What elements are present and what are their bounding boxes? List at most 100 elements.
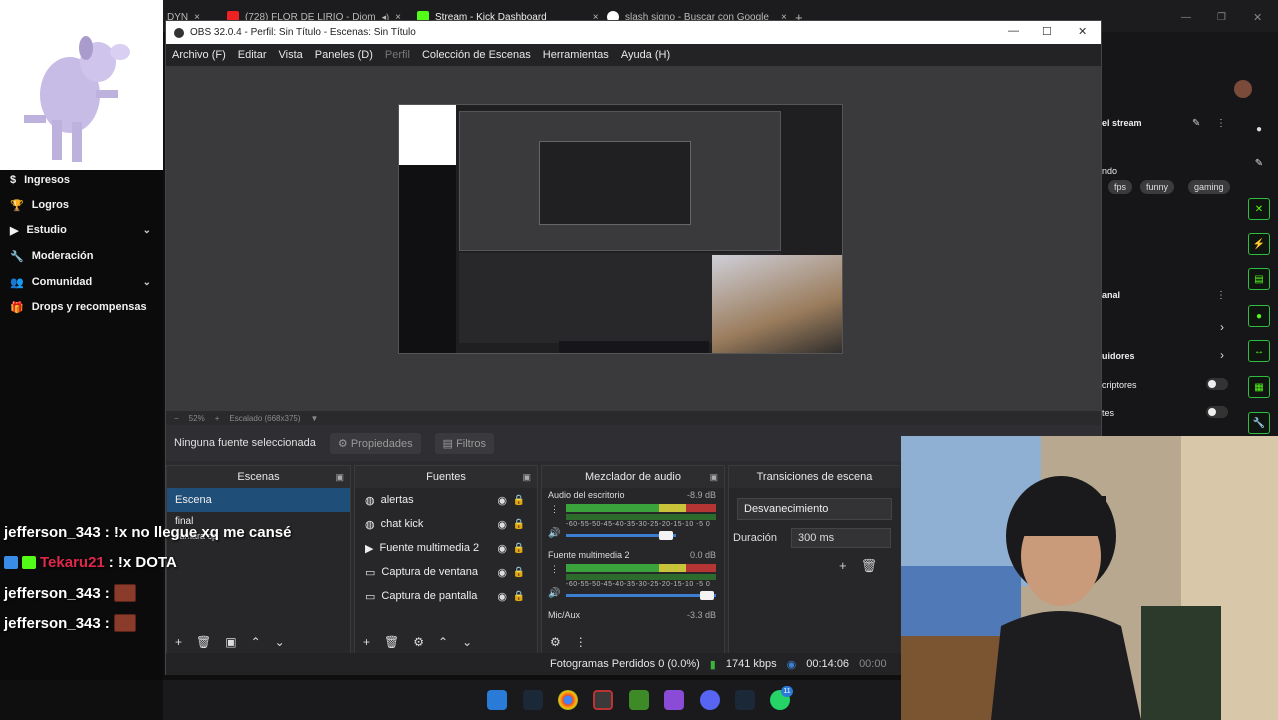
move-down-icon[interactable]: ⌄ (275, 635, 285, 649)
edit-icon[interactable]: ✎ (1192, 118, 1200, 129)
add-scene-button[interactable]: + (175, 635, 182, 649)
speaker-icon[interactable]: 🔊 (548, 528, 560, 539)
trash-icon[interactable]: 🗑 (861, 558, 878, 574)
volume-slider-knob[interactable] (700, 591, 714, 600)
trash-icon[interactable]: 🗑 (384, 635, 399, 649)
subscribers-toggle[interactable] (1206, 378, 1228, 390)
eye-icon[interactable]: ◉ (497, 566, 507, 579)
scene-filters-icon[interactable]: ▣ (225, 635, 236, 649)
zoom-in-button[interactable]: + (215, 414, 220, 423)
chat-username: jefferson_343 (4, 524, 101, 541)
pencil-icon[interactable]: ✎ (1248, 152, 1270, 174)
dropped-frames: Fotogramas Perdidos 0 (0.0%) (550, 658, 700, 670)
menu-ayuda[interactable]: Ayuda (H) (621, 49, 670, 61)
eye-icon[interactable]: ◉ (497, 494, 507, 507)
source-item-alertas[interactable]: ◍ alertas ◉ 🔒 (355, 488, 537, 512)
properties-button[interactable]: ⚙ Propiedades (329, 432, 421, 454)
option-toggle[interactable] (1206, 406, 1228, 418)
visual-studio-icon[interactable] (664, 690, 684, 710)
steam-icon[interactable] (523, 690, 543, 710)
chat-bubble-icon[interactable]: ● (1248, 305, 1270, 327)
gear-icon[interactable]: ⚙ (413, 635, 424, 649)
lock-icon[interactable]: 🔒 (513, 519, 525, 530)
maximize-icon[interactable]: ☐ (1042, 25, 1052, 38)
source-item-chat-kick[interactable]: ◍ chat kick ◉ 🔒 (355, 512, 537, 536)
chrome-icon[interactable] (558, 690, 578, 710)
monitor-icon: ▭ (365, 590, 376, 603)
info-icon[interactable]: ● (1248, 118, 1270, 140)
close-icon[interactable]: ✕ (1078, 25, 1087, 38)
menu-paneles[interactable]: Paneles (D) (315, 49, 373, 61)
lock-icon[interactable]: 🔒 (513, 495, 525, 506)
move-up-icon[interactable]: ⌃ (438, 635, 448, 649)
menu-archivo[interactable]: Archivo (F) (172, 49, 226, 61)
document-icon[interactable]: ▤ (1248, 268, 1270, 290)
more-options-icon[interactable]: ⋮ (1216, 290, 1226, 301)
source-item-fuente-multimedia[interactable]: ▶ Fuente multimedia 2 ◉ 🔒 (355, 536, 537, 560)
mixer-menu-icon[interactable]: ⋮ (575, 635, 587, 649)
channel-menu-icon[interactable]: ⋮ (550, 504, 559, 515)
tag-chip: gaming (1188, 180, 1230, 194)
scenes-dock: Escenas ▣ Escena final camara cp + 🗑 ▣ ⌃… (166, 465, 351, 655)
user-avatar[interactable] (1234, 80, 1252, 98)
menu-editar[interactable]: Editar (238, 49, 267, 61)
source-item-captura-ventana[interactable]: ▭ Captura de ventana ◉ 🔒 (355, 560, 537, 584)
speaker-icon[interactable]: 🔊 (548, 588, 560, 599)
minimize-icon[interactable]: — (1008, 25, 1019, 37)
duration-input[interactable]: 300 ms (791, 528, 892, 548)
resize-icon[interactable]: ↔ (1248, 340, 1270, 362)
volume-slider[interactable] (566, 594, 716, 597)
close-panel-icon[interactable]: ✕ (1248, 198, 1270, 220)
transition-select[interactable]: Desvanecimiento (737, 498, 892, 520)
advanced-audio-icon[interactable]: ⚙ (550, 635, 561, 649)
transitions-dock-header: Transiciones de escena (729, 466, 900, 488)
menu-vista[interactable]: Vista (279, 49, 303, 61)
minimize-icon[interactable]: — (1181, 6, 1191, 28)
menu-perfil[interactable]: Perfil (385, 49, 410, 61)
sidebar-item-ingresos[interactable]: $ Ingresos (10, 171, 155, 189)
sidebar-item-logros[interactable]: 🏆 Logros (10, 196, 155, 214)
dock-undock-icon[interactable]: ▣ (335, 472, 344, 483)
sidebar-item-drops[interactable]: 🎁 Drops y recompensas (10, 298, 155, 316)
steam-icon[interactable] (735, 690, 755, 710)
lightning-icon[interactable]: ⚡ (1248, 233, 1270, 255)
obs-icon[interactable] (593, 690, 613, 710)
sidebar-item-comunidad[interactable]: 👥 Comunidad ⌄ (10, 273, 155, 291)
chevron-right-icon[interactable]: › (1220, 348, 1224, 362)
add-source-button[interactable]: + (363, 635, 370, 649)
chevron-right-icon[interactable]: › (1220, 320, 1224, 334)
dock-undock-icon[interactable]: ▣ (522, 472, 531, 483)
sidebar-item-moderacion[interactable]: 🔧 Moderación (10, 247, 155, 265)
lock-icon[interactable]: 🔒 (513, 591, 525, 602)
sidebar-item-estudio[interactable]: ▶ Estudio ⌄ (10, 221, 155, 239)
eye-icon[interactable]: ◉ (497, 542, 507, 555)
layout-icon[interactable]: ▦ (1248, 376, 1270, 398)
zoom-out-button[interactable]: − (174, 414, 179, 423)
lock-icon[interactable]: 🔒 (513, 543, 525, 554)
eye-icon[interactable]: ◉ (497, 590, 507, 603)
stream-preview[interactable] (398, 104, 843, 354)
close-window-icon[interactable]: ✕ (1253, 6, 1262, 28)
windows-icon[interactable] (487, 690, 507, 710)
volume-slider-knob[interactable] (659, 531, 673, 540)
add-transition-button[interactable]: + (839, 558, 847, 574)
discord-icon[interactable] (700, 690, 720, 710)
menu-herramientas[interactable]: Herramientas (543, 49, 609, 61)
move-up-icon[interactable]: ⌃ (251, 635, 261, 649)
maximize-icon[interactable]: ❐ (1217, 6, 1226, 28)
wrench-icon[interactable]: 🔧 (1248, 412, 1270, 434)
menu-coleccion-escenas[interactable]: Colección de Escenas (422, 49, 531, 61)
move-down-icon[interactable]: ⌄ (462, 635, 472, 649)
dock-undock-icon[interactable]: ▣ (709, 472, 718, 483)
minecraft-icon[interactable] (629, 690, 649, 710)
scene-item[interactable]: Escena (167, 488, 350, 512)
eye-icon[interactable]: ◉ (497, 518, 507, 531)
subscriber-badge-icon (22, 556, 36, 569)
lock-icon[interactable]: 🔒 (513, 567, 525, 578)
source-item-captura-pantalla[interactable]: ▭ Captura de pantalla ◉ 🔒 (355, 584, 537, 608)
more-options-icon[interactable]: ⋮ (1216, 118, 1226, 129)
filters-button[interactable]: ▤ Filtros (434, 432, 495, 454)
trash-icon[interactable]: 🗑 (196, 635, 211, 649)
scale-dropdown-icon[interactable]: ▼ (311, 414, 319, 423)
channel-menu-icon[interactable]: ⋮ (550, 564, 559, 575)
